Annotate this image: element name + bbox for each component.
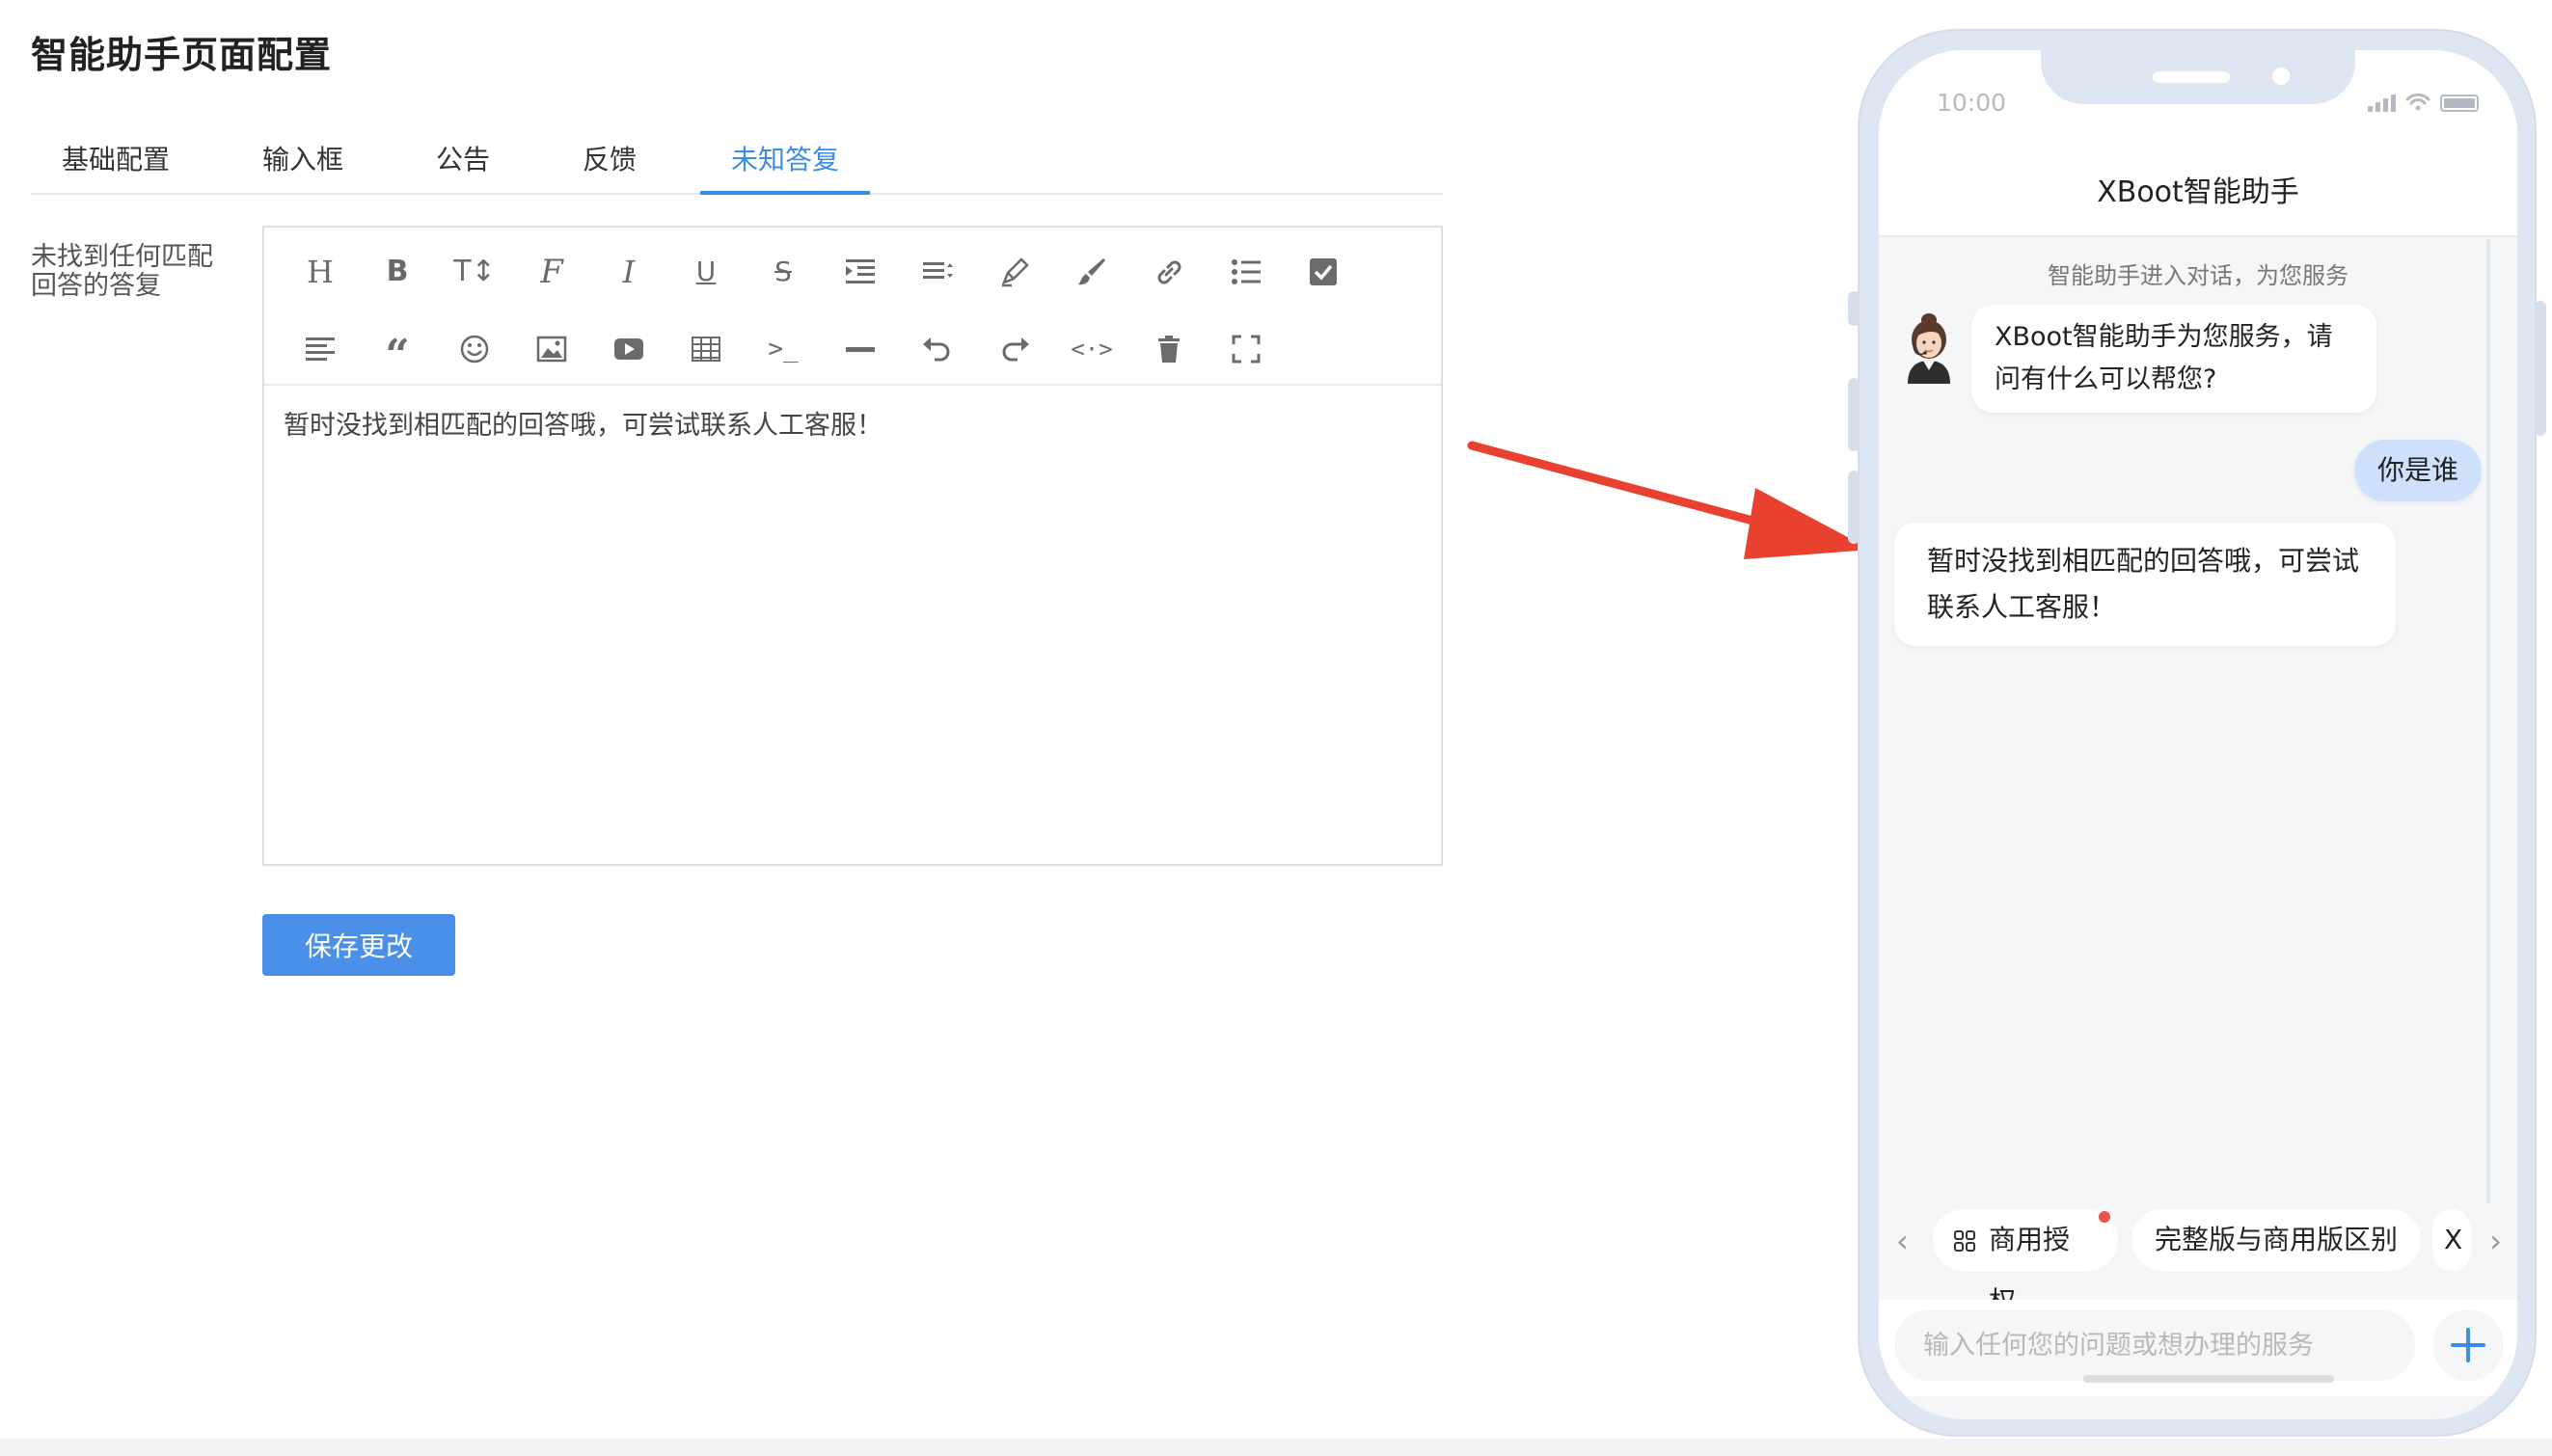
code-icon[interactable]: >_ — [745, 320, 822, 378]
tab-active-indicator — [700, 191, 870, 195]
strikethrough-icon[interactable]: S — [745, 243, 822, 301]
scroll-track[interactable] — [2486, 239, 2490, 1203]
chat-notice: 智能助手进入对话，为您服务 — [2048, 262, 2348, 289]
image-icon[interactable] — [513, 320, 590, 378]
rich-text-editor: H B T↕ F I U S “ >_ <·> 暂时没找到相匹配的回答哦，可尝试… — [262, 226, 1443, 866]
tab-input-box[interactable]: 输入框 — [260, 135, 345, 193]
status-time: 10:00 — [1937, 89, 2007, 117]
divider-icon[interactable] — [822, 320, 899, 378]
plus-button[interactable] — [2432, 1309, 2504, 1381]
battery-icon — [2440, 94, 2479, 112]
phone-volume-button — [1848, 471, 1860, 544]
editor-toolbar: H B T↕ F I U S “ >_ <·> — [264, 228, 1441, 386]
page-title: 智能助手页面配置 — [31, 34, 333, 76]
user-message-bubble: 你是谁 — [2354, 440, 2483, 501]
tab-announcement[interactable]: 公告 — [434, 135, 492, 193]
html-source-icon[interactable]: <·> — [1053, 320, 1130, 378]
background-color-icon[interactable] — [1053, 243, 1130, 301]
fullscreen-icon[interactable] — [1208, 320, 1285, 378]
bullet-list-icon[interactable] — [1208, 243, 1285, 301]
red-arrow-icon — [1467, 441, 1871, 559]
quick-action-chip[interactable]: 商用授权 — [1933, 1209, 2118, 1317]
video-icon[interactable] — [590, 320, 667, 378]
bot-message-bubble: 暂时没找到相匹配的回答哦，可尝试联系人工客服！ — [1894, 523, 2396, 646]
tab-basic-config[interactable]: 基础配置 — [62, 135, 170, 193]
quick-action-chip[interactable]: X — [2432, 1209, 2471, 1271]
quick-action-chip[interactable]: 完整版与商用版区别 — [2131, 1209, 2421, 1271]
table-icon[interactable] — [667, 320, 745, 378]
speaker-icon — [2153, 71, 2230, 83]
bold-icon[interactable]: B — [359, 243, 436, 301]
signal-icon — [2368, 93, 2396, 112]
emoji-icon[interactable] — [436, 320, 513, 378]
camera-icon — [2272, 67, 2290, 85]
grid-icon — [1954, 1230, 1975, 1252]
field-label: 未找到任何匹配回答的答复 — [31, 242, 213, 301]
undo-icon[interactable] — [899, 320, 976, 378]
todo-checkbox-icon[interactable] — [1285, 243, 1362, 301]
toolbar-row-2: “ >_ <·> — [282, 320, 1285, 378]
align-icon[interactable] — [282, 320, 359, 378]
quick-actions-bar: ‹ 商用授权 完整版与商用版区别 X › — [1879, 1209, 2517, 1317]
phone-power-button — [2535, 301, 2546, 436]
editor-content[interactable]: 暂时没找到相匹配的回答哦，可尝试联系人工客服！ — [284, 407, 1422, 445]
underline-icon[interactable]: U — [667, 243, 745, 301]
indent-icon[interactable] — [822, 243, 899, 301]
tab-unknown-reply[interactable]: 未知答复 — [700, 135, 870, 193]
phone-volume-button — [1848, 291, 1860, 326]
phone-preview: 10:00 XBoot智能助手 智能助手进入对话，为您服务 XBoot智能助手为… — [1848, 29, 2546, 1437]
chat-input-bar — [1879, 1300, 2517, 1396]
notification-badge — [2099, 1211, 2110, 1223]
phone-screen: 10:00 XBoot智能助手 智能助手进入对话，为您服务 XBoot智能助手为… — [1879, 50, 2517, 1419]
assistant-avatar-icon — [1908, 313, 1950, 384]
quote-icon[interactable]: “ — [359, 320, 436, 378]
font-color-icon[interactable] — [976, 243, 1053, 301]
phone-volume-button — [1848, 378, 1860, 451]
heading-icon[interactable]: H — [282, 243, 359, 301]
bottom-strip — [0, 1439, 2552, 1456]
save-button[interactable]: 保存更改 — [262, 914, 455, 976]
wifi-icon — [2405, 93, 2430, 111]
italic-icon[interactable]: I — [590, 243, 667, 301]
tab-bar: 基础配置 输入框 公告 反馈 未知答复 — [31, 135, 1443, 195]
home-indicator — [2083, 1375, 2334, 1383]
chat-header: 10:00 XBoot智能助手 — [1879, 50, 2517, 237]
bot-message-bubble: XBoot智能助手为您服务，请问有什么可以帮您? — [1971, 305, 2376, 413]
toolbar-row-1: H B T↕ F I U S — [282, 243, 1362, 301]
status-icons — [2368, 93, 2479, 112]
link-icon[interactable] — [1130, 243, 1208, 301]
clear-icon[interactable] — [1130, 320, 1208, 378]
redo-icon[interactable] — [976, 320, 1053, 378]
line-height-icon[interactable] — [899, 243, 976, 301]
quick-actions-prev[interactable]: ‹ — [1896, 1223, 1909, 1259]
notch — [2041, 50, 2355, 104]
tab-feedback[interactable]: 反馈 — [581, 135, 638, 193]
font-size-icon[interactable]: T↕ — [436, 243, 513, 301]
plus-icon — [2451, 1328, 2485, 1362]
chat-input[interactable] — [1894, 1309, 2415, 1381]
chat-title: XBoot智能助手 — [2097, 175, 2299, 209]
quick-actions-next[interactable]: › — [2489, 1223, 2502, 1259]
font-family-icon[interactable]: F — [513, 243, 590, 301]
